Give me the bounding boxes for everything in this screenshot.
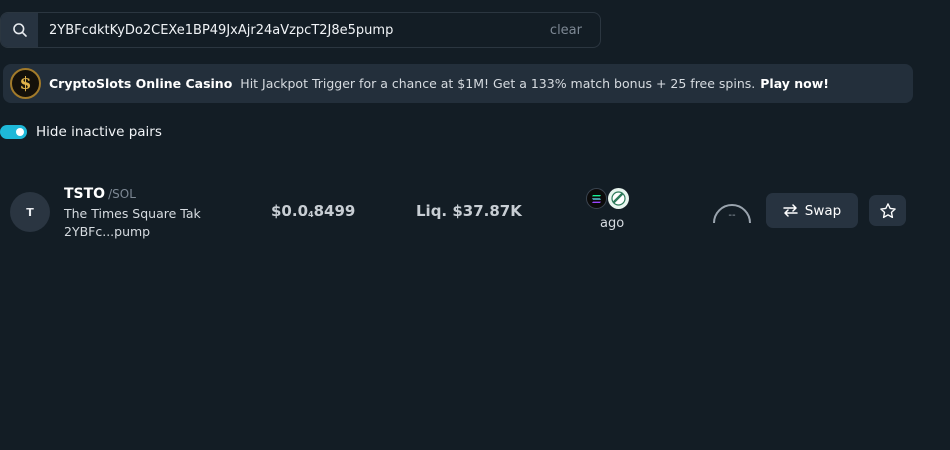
swap-label: Swap: [804, 202, 842, 219]
gauge-icon: --: [711, 202, 753, 226]
chain-icons: [586, 188, 629, 209]
hide-inactive-label[interactable]: Hide inactive pairs: [36, 124, 162, 140]
solana-icon: [586, 188, 607, 209]
gauge-value: --: [728, 210, 736, 221]
banner-text: Hit Jackpot Trigger for a chance at $1M!…: [240, 76, 756, 91]
token-address[interactable]: 2YBFc...pump: [64, 224, 201, 239]
banner-cta-link[interactable]: Play now!: [760, 76, 829, 91]
pair-age: ago: [600, 216, 625, 231]
search-input[interactable]: [38, 13, 550, 47]
token-info: TSTO/SOL The Times Square Tak 2YBFc...pu…: [64, 183, 201, 239]
banner-brand: CryptoSlots Online Casino: [49, 76, 233, 91]
hide-inactive-toggle-row: Hide inactive pairs: [0, 123, 162, 141]
swap-arrows-icon: [783, 204, 798, 217]
token-price: $0.048499: [271, 202, 356, 220]
swap-button[interactable]: Swap: [766, 193, 858, 228]
pair-row[interactable]: T TSTO/SOL The Times Square Tak 2YBFc...…: [0, 180, 950, 240]
ad-banner[interactable]: $ CryptoSlots Online Casino Hit Jackpot …: [3, 64, 913, 103]
hide-inactive-toggle[interactable]: [0, 125, 27, 139]
toggle-knob: [16, 128, 24, 136]
token-name: The Times Square Tak: [64, 206, 201, 221]
pumpfun-icon: [608, 188, 629, 209]
search-bar[interactable]: clear: [0, 12, 601, 48]
casino-logo-icon: $: [10, 68, 41, 99]
favorite-star-icon[interactable]: [869, 195, 906, 226]
quote-symbol: SOL: [112, 187, 136, 201]
search-icon[interactable]: [1, 13, 38, 47]
token-avatar: T: [10, 192, 50, 232]
token-symbol: TSTO: [64, 186, 106, 202]
liquidity: Liq. $37.87K: [416, 202, 522, 220]
clear-button[interactable]: clear: [550, 23, 600, 38]
